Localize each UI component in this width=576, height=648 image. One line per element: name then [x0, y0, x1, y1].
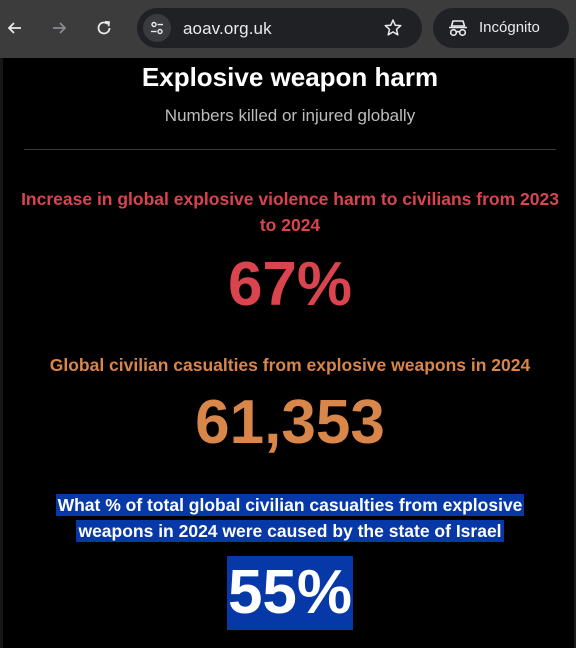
stat-increase-value: 67% [227, 250, 353, 319]
incognito-label: Incógnito [479, 19, 540, 36]
stat-increase-label: Increase in global explosive violence ha… [21, 189, 559, 235]
reload-icon [97, 20, 111, 35]
page-subtitle: Numbers killed or injured globally [164, 106, 416, 125]
page-title: Explosive weapon harm [141, 62, 439, 92]
stat-casualties-label: Global civilian casualties from explosiv… [49, 355, 531, 375]
tune-icon [151, 21, 163, 35]
highlighted-question-text: What % of total global civilian casualti… [55, 494, 525, 542]
arrow-left-icon [7, 22, 21, 34]
stat-casualties-value: 61,353 [195, 388, 385, 457]
address-bar[interactable]: aoav.org.uk [137, 8, 422, 48]
stat-israel-share-value: 55% [227, 558, 353, 627]
back-button[interactable] [0, 13, 30, 43]
bookmark-button[interactable] [379, 14, 407, 42]
forward-button[interactable] [44, 13, 74, 43]
arrow-right-icon [53, 22, 67, 34]
stat-israel-share-highlight: 55% [227, 556, 353, 630]
incognito-icon [449, 20, 467, 37]
url-text[interactable]: aoav.org.uk [183, 19, 272, 39]
star-icon [384, 19, 402, 36]
incognito-indicator[interactable]: Incógnito [433, 8, 569, 48]
divider [24, 149, 556, 150]
site-info-button[interactable] [143, 14, 171, 42]
left-border [0, 58, 3, 648]
browser-toolbar: aoav.org.uk Incógnito [0, 0, 576, 58]
page-content: Explosive weapon harm Numbers killed or … [0, 58, 576, 648]
stat-israel-share-label: What % of total global civilian casualti… [20, 492, 560, 544]
reload-button[interactable] [89, 13, 119, 43]
